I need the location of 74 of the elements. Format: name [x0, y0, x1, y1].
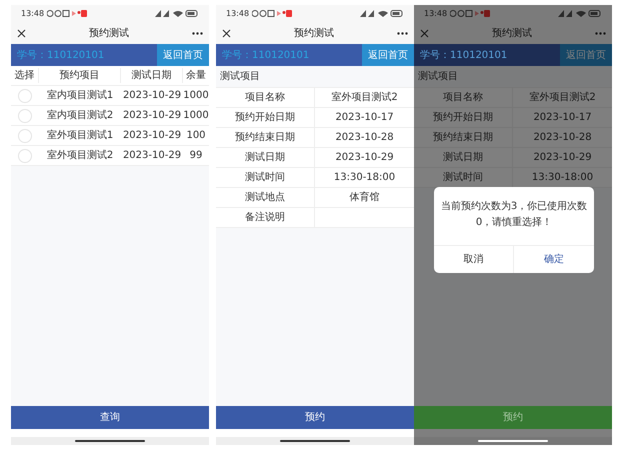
home-button[interactable]: 返回首页 — [157, 44, 209, 66]
field-value: 2023-10-28 — [533, 131, 592, 145]
home-indicator[interactable] — [478, 440, 548, 442]
field-value: 13:30-18:00 — [334, 171, 396, 185]
notification-icons — [252, 10, 292, 17]
table-cell-text: 2023-10-29 — [122, 149, 182, 163]
signal-battery-icons — [558, 10, 602, 17]
table-cell-text: 室外项目测试1 — [46, 128, 114, 143]
bottom-button[interactable]: 预约 — [216, 406, 414, 429]
table-cell-text: 1000 — [183, 89, 209, 103]
student-id: 学号：110120101 — [221, 48, 310, 62]
field-label: 备注说明 — [245, 210, 285, 225]
field-value: 室外项目测试2 — [331, 90, 398, 105]
field-value: 13:30-18:00 — [532, 171, 594, 185]
field-value: 体育馆 — [350, 190, 380, 205]
bottom-button[interactable]: 查询 — [11, 406, 209, 429]
table-cell-text: 室内项目测试2 — [46, 108, 114, 123]
home-indicator[interactable] — [280, 440, 350, 442]
table-cell-text: 2023-10-29 — [122, 109, 182, 123]
page-title: 预约测试 — [89, 26, 129, 40]
field-value: 2023-10-17 — [335, 111, 394, 125]
table-cell-text: 室内项目测试1 — [46, 88, 114, 103]
home-indicator[interactable] — [75, 440, 145, 442]
signal-battery-icons — [360, 10, 404, 17]
table-cell-text: 室外项目测试2 — [46, 148, 114, 163]
field-label: 项目名称 — [443, 91, 483, 105]
notification-icons — [47, 10, 88, 17]
section-heading: 测试项目 — [418, 70, 458, 84]
column-header: 选择 — [11, 68, 39, 83]
field-label: 预约开始日期 — [235, 110, 295, 125]
column-header: 预约项目 — [39, 68, 121, 83]
table-cell-text: 100 — [185, 129, 207, 143]
close-icon[interactable] — [17, 28, 26, 38]
dialog-message: 当前预约次数为3，你已使用次数0，请慎重选择！ — [440, 200, 588, 230]
radio-button[interactable] — [18, 148, 32, 162]
table-cell-text: 99 — [188, 149, 204, 163]
field-label: 项目名称 — [245, 91, 285, 105]
radio-button[interactable] — [18, 128, 32, 142]
more-icon[interactable] — [397, 32, 408, 34]
table-cell-text: 1000 — [183, 109, 209, 123]
close-icon[interactable] — [222, 28, 231, 38]
page-title: 预约测试 — [492, 26, 532, 40]
cancel-button[interactable]: 取消 — [434, 246, 514, 273]
radio-button[interactable] — [18, 108, 32, 122]
field-value: 室外项目测试2 — [529, 90, 596, 105]
status-time: 13:48 — [424, 8, 448, 20]
signal-battery-icons — [155, 10, 199, 17]
field-label: 预约结束日期 — [235, 130, 295, 145]
home-button[interactable]: 返回首页 — [362, 44, 414, 66]
status-time: 13:48 — [226, 8, 250, 20]
table-cell-text: 2023-10-29 — [122, 89, 182, 103]
column-header: 余量 — [185, 69, 207, 83]
field-label: 测试日期 — [245, 150, 285, 165]
section-heading: 测试项目 — [220, 70, 260, 84]
table-cell-text: 2023-10-29 — [122, 129, 182, 143]
field-value: 2023-10-28 — [335, 131, 394, 145]
field-value: 2023-10-17 — [533, 111, 592, 125]
student-id: 学号：110120101 — [419, 48, 508, 62]
field-value: 2023-10-29 — [533, 151, 592, 165]
field-label: 测试时间 — [443, 170, 483, 185]
field-label: 预约结束日期 — [433, 130, 493, 145]
column-header: 测试日期 — [121, 68, 183, 83]
field-label: 测试时间 — [245, 170, 285, 185]
more-icon[interactable] — [192, 32, 203, 34]
radio-button[interactable] — [18, 88, 32, 102]
field-label: 测试地点 — [245, 190, 285, 205]
notification-icons — [450, 10, 490, 17]
field-label: 测试日期 — [443, 150, 483, 165]
field-value: 2023-10-29 — [335, 151, 394, 165]
status-time: 13:48 — [21, 8, 44, 20]
student-id: 学号：110120101 — [16, 48, 104, 62]
page-title: 预约测试 — [294, 26, 334, 40]
confirm-button[interactable]: 确定 — [514, 246, 594, 273]
field-label: 预约开始日期 — [433, 110, 493, 125]
